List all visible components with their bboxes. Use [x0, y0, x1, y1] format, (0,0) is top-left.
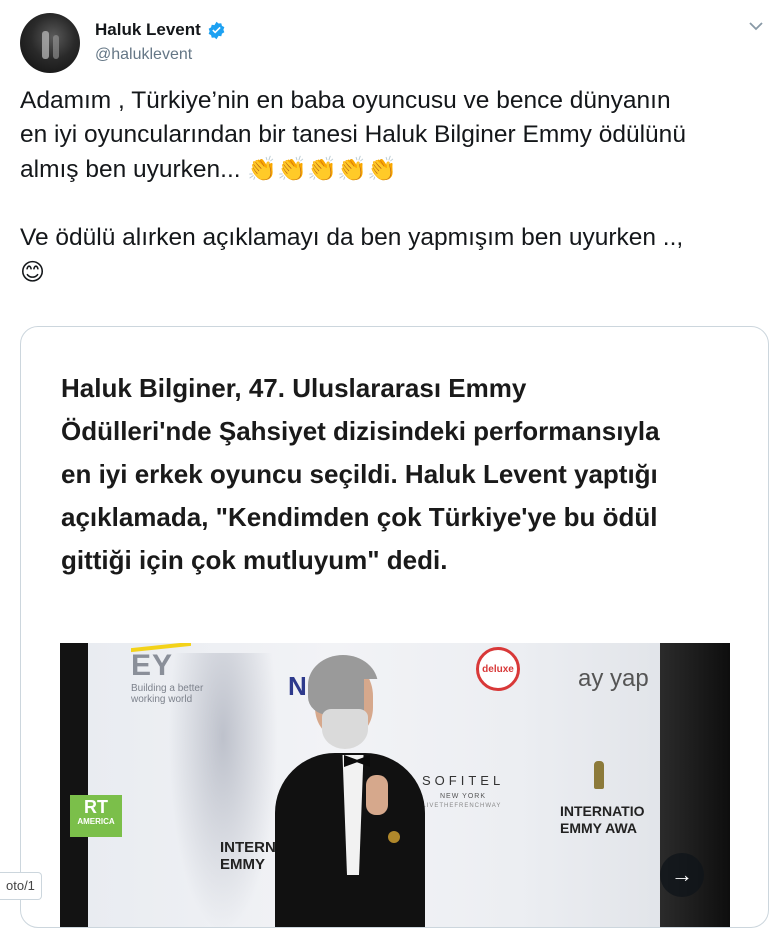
card-headline-line: açıklamada, "Kendimden çok Türkiye'ye bu… [61, 502, 658, 532]
arrow-right-icon[interactable]: → [660, 853, 704, 897]
rt-logo-sub: AMERICA [77, 817, 115, 826]
clapping-hands-icon: 👏👏👏👏👏 [247, 155, 397, 183]
tweet-text-line: Ve ödülü alırken açıklamayı da ben yapmı… [20, 224, 684, 251]
card-headline-line: Haluk Bilginer, 47. Uluslararası Emmy [61, 373, 527, 403]
card-headline-line: Ödülleri'nde Şahsiyet dizisindeki perfor… [61, 416, 660, 446]
sponsor-logo: ay yap [578, 665, 649, 692]
emmy-statue-icon [594, 761, 604, 789]
ey-logo: EY [131, 649, 174, 682]
author-display-name[interactable]: Haluk Levent [95, 20, 201, 40]
smiling-face-icon: 😊 [20, 258, 46, 286]
rt-america-logo: RT AMERICA [70, 795, 122, 837]
sofitel-city: NEW YORK [440, 793, 486, 800]
medal [388, 831, 400, 843]
avatar-figure [53, 35, 59, 59]
ey-tagline: Building a better working world [131, 683, 204, 705]
author-handle[interactable]: @haluklevent [95, 46, 192, 64]
tweet-text-line: en iyi oyuncularından bir tanesi Haluk B… [20, 121, 686, 148]
tweet-text-line: Adamım , Türkiye’nin en baba oyuncusu ve… [20, 87, 671, 114]
sofitel-tagline: #LIVETHEFRENCHWAY [418, 803, 502, 809]
emmy-logo-text: INTERNATIO EMMY AWA [560, 803, 645, 836]
verified-badge-icon [208, 21, 225, 39]
emmy-logo-text: INTERN EMMY [220, 839, 276, 873]
tweet-text: Adamım , Türkiye’nin en baba oyuncusu ve… [20, 84, 770, 290]
card-headline-line: gittiği için çok mutluyum" dedi. [61, 545, 448, 575]
author-name-row: Haluk Levent [95, 20, 226, 40]
avatar[interactable] [20, 13, 80, 73]
actor-beard [322, 709, 368, 749]
actor-hand [366, 775, 388, 815]
tweet-text-line: almış ben uyurken... [20, 156, 241, 183]
caret-down-icon[interactable] [748, 18, 764, 34]
link-card[interactable]: Haluk Bilginer, 47. Uluslararası Emmy Öd… [20, 326, 769, 928]
sofitel-logo: SOFITEL [422, 773, 505, 788]
card-headline-line: en iyi erkek oyuncu seçildi. Haluk Leven… [61, 459, 658, 489]
card-photo[interactable]: EY Building a better working world NYT. … [60, 643, 730, 927]
rt-logo-text: RT [84, 797, 108, 817]
deluxe-logo: deluxe [476, 647, 520, 691]
card-headline: Haluk Bilginer, 47. Uluslararası Emmy Öd… [61, 367, 731, 582]
photo-counter: oto/1 [0, 872, 42, 900]
avatar-figure [42, 31, 49, 59]
